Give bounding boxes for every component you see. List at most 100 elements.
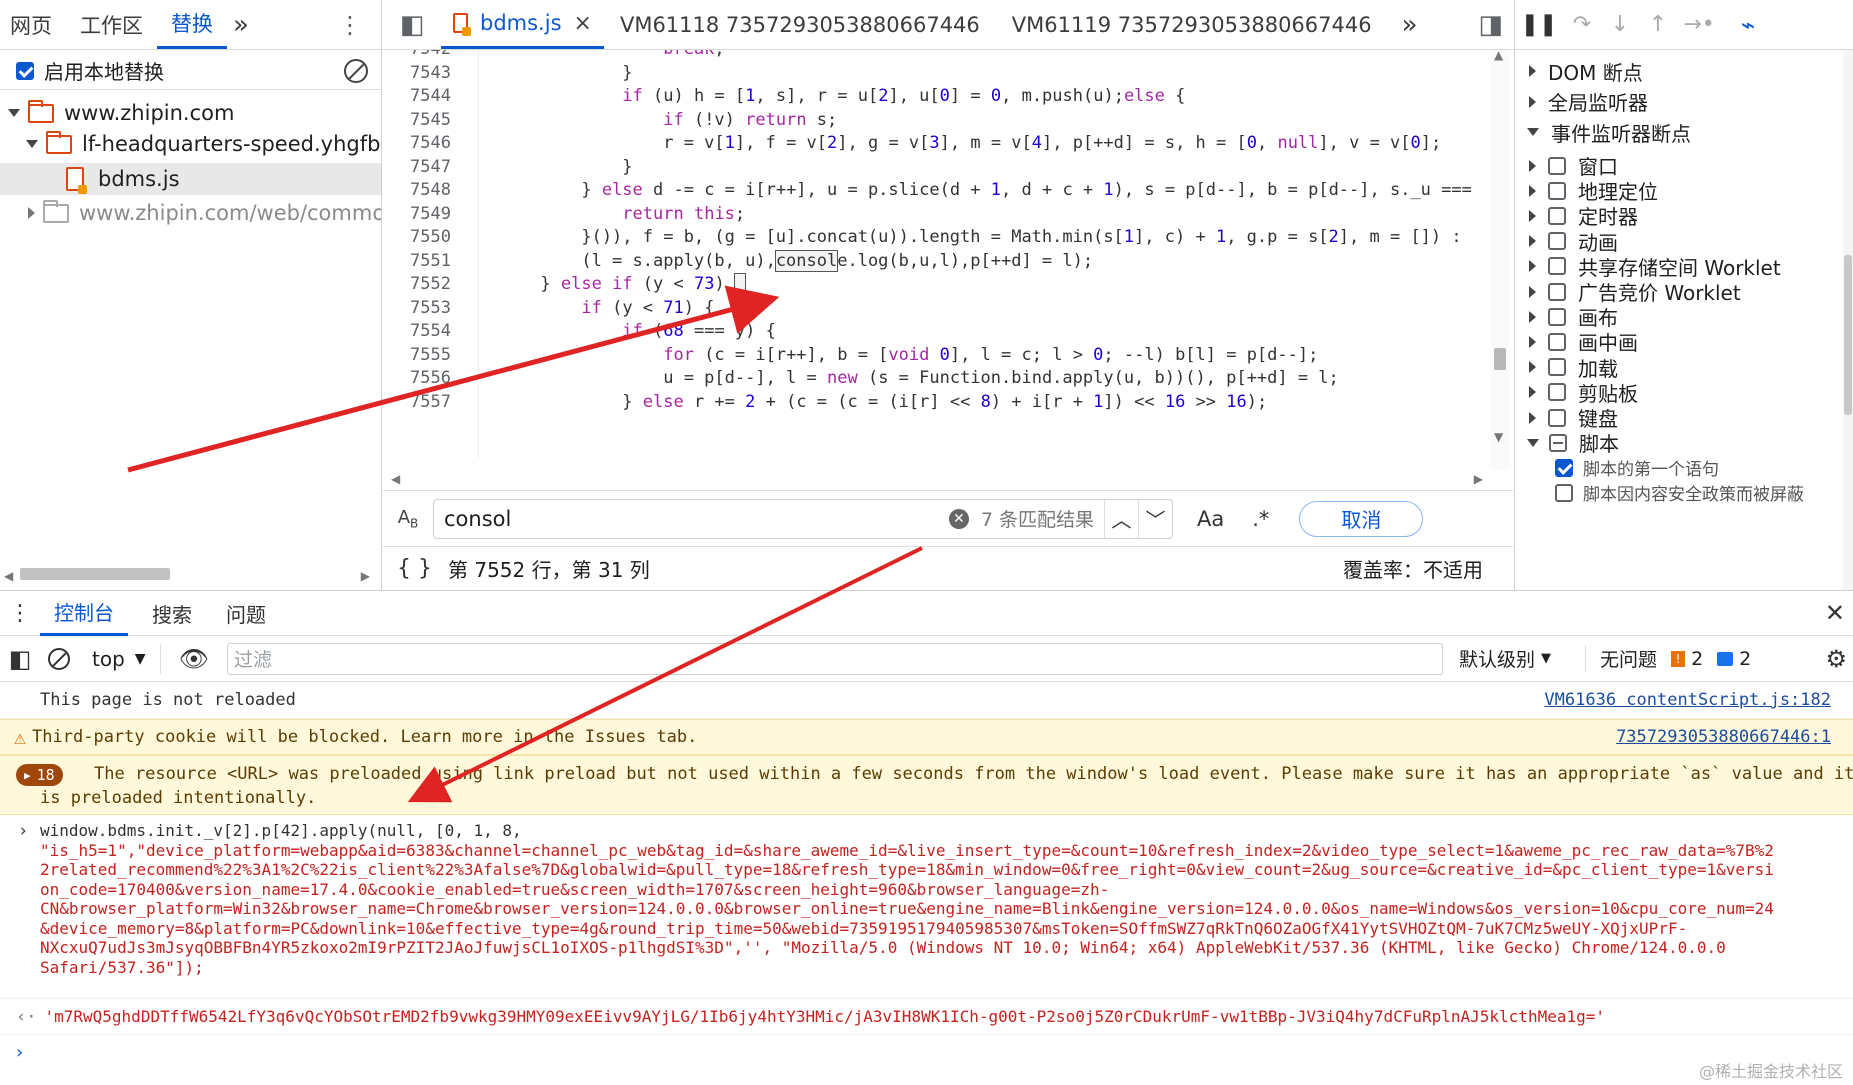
toggle-navigator-icon[interactable]: ◧ <box>383 0 441 49</box>
issues-counter[interactable]: 无问题 ! 2 2 <box>1585 645 1751 672</box>
tree-item-bdms[interactable]: bdms.js <box>0 163 381 195</box>
tab-overrides[interactable]: 替换 <box>157 0 227 49</box>
event-checkbox[interactable] <box>1548 206 1566 225</box>
expand-icon[interactable] <box>28 207 35 219</box>
step-into-icon[interactable]: ↓ <box>1601 12 1639 37</box>
line-number[interactable]: 7553 <box>383 297 478 321</box>
collapse-icon[interactable] <box>1527 128 1539 136</box>
expand-icon[interactable] <box>8 109 20 117</box>
context-selector[interactable]: top ▼ <box>92 643 161 674</box>
line-number[interactable]: 7548 <box>383 179 478 203</box>
line-number[interactable]: 7552 <box>383 273 478 297</box>
enable-overrides-checkbox[interactable] <box>16 61 34 80</box>
expand-icon[interactable] <box>1529 95 1536 108</box>
editor-vertical-scrollbar[interactable]: ▲ ▼ <box>1491 50 1509 470</box>
console-settings-icon[interactable]: ⚙ <box>1825 645 1847 673</box>
event-checkbox[interactable] <box>1555 458 1573 477</box>
tab-issues[interactable]: 问题 <box>216 599 276 628</box>
close-tab-icon[interactable]: × <box>574 11 592 36</box>
clear-search-icon[interactable]: ✕ <box>948 508 969 529</box>
expand-icon[interactable] <box>1529 209 1536 222</box>
deactivate-breakpoints-icon[interactable]: ⌁ <box>1721 11 1775 39</box>
tree-item-lf-headquarters[interactable]: lf-headquarters-speed.yhgfb-cn <box>0 128 381 160</box>
event-checkbox[interactable] <box>1548 307 1566 326</box>
live-expression-icon[interactable]: 👁 <box>179 645 209 673</box>
tab-search[interactable]: 搜索 <box>128 599 216 628</box>
editor-tab-vm61119[interactable]: VM61119 7357293053880667446 <box>996 0 1388 49</box>
mixed-checkbox[interactable] <box>1549 433 1567 452</box>
event-checkbox[interactable] <box>1548 408 1566 427</box>
clear-console-icon[interactable] <box>48 647 70 670</box>
code-content[interactable]: break; } if (u) h = [1, s], r = u[2], u[… <box>478 50 1478 458</box>
line-number[interactable]: 7545 <box>383 109 478 133</box>
pause-icon[interactable]: ❚❚ <box>1515 12 1563 37</box>
editor-tab-bdms[interactable]: bdms.js × <box>441 0 604 49</box>
console-warning-group[interactable]: ▶ 18 The resource <URL> was preloaded usi… <box>0 755 1853 815</box>
expand-icon[interactable] <box>1529 386 1536 399</box>
match-case-button[interactable]: Aa <box>1197 507 1224 531</box>
sidebar-toggle-icon[interactable]: ◧ <box>0 645 40 673</box>
line-number[interactable]: 7546 <box>383 132 478 156</box>
tab-page[interactable]: 网页 <box>0 0 66 49</box>
cancel-search-button[interactable]: 取消 <box>1299 500 1424 537</box>
sidebar-scrollbar[interactable] <box>1843 50 1853 590</box>
expand-icon[interactable] <box>1529 159 1536 172</box>
close-drawer-icon[interactable]: ✕ <box>1825 599 1845 627</box>
next-match-icon[interactable]: ﹀ <box>1138 499 1172 538</box>
event-checkbox[interactable] <box>1548 383 1566 402</box>
drawer-menu-icon[interactable]: ⋮ <box>0 601 40 626</box>
event-checkbox[interactable] <box>1548 358 1566 377</box>
line-number[interactable]: 7554 <box>383 320 478 344</box>
line-number[interactable]: 7555 <box>383 344 478 368</box>
editor-horizontal-scrollbar[interactable]: ◀ ▶ <box>383 470 1483 488</box>
line-number[interactable]: 7544 <box>383 85 478 109</box>
more-tabs-icon[interactable]: » <box>227 0 255 49</box>
search-input[interactable]: consol <box>444 507 949 531</box>
expand-icon[interactable] <box>1529 260 1536 273</box>
expand-icon[interactable] <box>26 140 38 148</box>
tree-item-zhipin-common[interactable]: www.zhipin.com/web/common/ <box>0 197 381 229</box>
event-checkbox[interactable] <box>1548 282 1566 301</box>
event-checkbox[interactable] <box>1548 181 1566 200</box>
event-checkbox[interactable] <box>1548 257 1566 276</box>
expand-icon[interactable] <box>1529 335 1536 348</box>
step-out-icon[interactable]: ↑ <box>1639 12 1677 37</box>
breakpoint-section[interactable]: 事件监听器断点 <box>1515 117 1853 147</box>
toggle-debugger-icon[interactable]: ◨ <box>1478 10 1503 40</box>
log-level-selector[interactable]: 默认级别 ▼ <box>1459 645 1551 672</box>
event-checkbox[interactable] <box>1548 156 1566 175</box>
code-editor[interactable]: 7542754375447545754675477548754975507551… <box>383 50 1513 490</box>
event-checkbox[interactable] <box>1548 232 1566 251</box>
previous-match-icon[interactable]: ︿ <box>1104 499 1138 538</box>
message-source-link[interactable]: VM61636 contentScript.js:182 <box>1544 690 1831 710</box>
line-number[interactable]: 7550 <box>383 226 478 250</box>
clear-overrides-icon[interactable] <box>344 58 368 83</box>
console-filter-input[interactable]: 过滤 <box>227 642 1444 675</box>
expand-icon[interactable] <box>1529 310 1536 323</box>
line-number[interactable]: 7549 <box>383 203 478 227</box>
step-icon[interactable]: →• <box>1677 12 1721 37</box>
collapse-icon[interactable] <box>1527 438 1539 447</box>
breakpoint-section[interactable]: 全局监听器 <box>1515 87 1853 117</box>
expand-icon[interactable] <box>1529 361 1536 374</box>
expand-icon[interactable] <box>1529 411 1536 424</box>
repeat-count-badge[interactable]: ▶ 18 <box>16 764 63 786</box>
expand-icon[interactable] <box>1529 65 1536 77</box>
event-item[interactable]: 脚本因内容安全政策而被屏蔽 <box>1515 478 1853 508</box>
tree-item-zhipin[interactable]: www.zhipin.com <box>0 97 381 129</box>
more-editor-tabs-icon[interactable]: » <box>1388 0 1432 49</box>
editor-tab-vm61118[interactable]: VM61118 7357293053880667446 <box>604 0 996 49</box>
line-number[interactable]: 7542 <box>383 50 478 62</box>
tab-console[interactable]: 控制台 <box>40 590 128 636</box>
line-number[interactable]: 7556 <box>383 367 478 391</box>
console-prompt-icon[interactable]: › <box>14 1042 25 1063</box>
event-checkbox[interactable] <box>1548 332 1566 351</box>
event-checkbox[interactable] <box>1555 483 1573 502</box>
line-number[interactable]: 7547 <box>383 156 478 180</box>
line-number[interactable]: 7557 <box>383 391 478 415</box>
expand-icon[interactable] <box>1529 285 1536 298</box>
regex-button[interactable]: .* <box>1252 507 1269 531</box>
breakpoint-section[interactable]: DOM 断点 <box>1515 56 1853 86</box>
console-output[interactable]: This page is not reloaded VM61636 conten… <box>0 682 1853 1085</box>
more-vert-icon[interactable]: ⋮ <box>338 11 362 39</box>
